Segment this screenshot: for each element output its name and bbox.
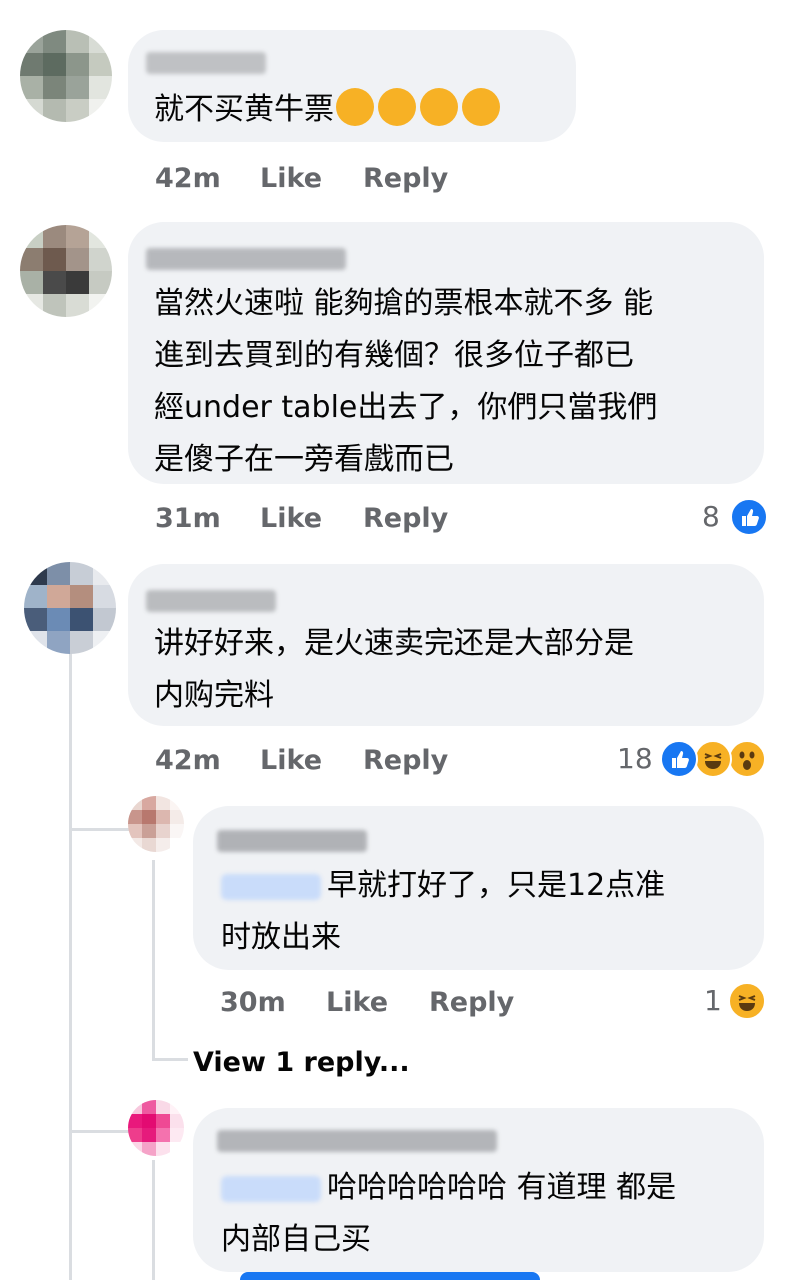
comment-text-line: 内部自己买 <box>221 1222 371 1257</box>
reply-bubble: 早就打好了，只是12点准 时放出来 <box>193 806 764 970</box>
comment-bubble: 讲好好来，是火速卖完还是大部分是 内购完料 <box>128 564 764 726</box>
commenter-name[interactable] <box>146 52 266 74</box>
reaction-count[interactable]: 8 <box>702 500 720 534</box>
avatar[interactable] <box>24 562 116 654</box>
reaction-count[interactable]: 18 <box>617 742 653 776</box>
thread-line-sub <box>152 860 155 1060</box>
reply-button[interactable]: Reply <box>363 162 448 196</box>
like-button[interactable]: Like <box>260 744 322 778</box>
commenter-name[interactable] <box>217 1130 497 1152</box>
reaction-count[interactable]: 1 <box>704 984 722 1018</box>
view-replies-link[interactable]: View 1 reply... <box>193 1046 410 1080</box>
comment-bubble: 就不买黄牛票 <box>128 30 576 142</box>
comment-time[interactable]: 30m <box>220 986 286 1020</box>
comment-text-line: 早就打好了，只是12点准 <box>221 860 665 912</box>
avatar[interactable] <box>20 225 112 317</box>
reply-bubble: 哈哈哈哈哈哈 有道理 都是 内部自己买 <box>193 1108 764 1272</box>
reply-button[interactable]: Reply <box>363 502 448 536</box>
thread-line-sub-branch <box>152 1058 188 1061</box>
wow-icon[interactable] <box>728 740 766 778</box>
mention-tag[interactable] <box>221 1175 321 1202</box>
comment-text-line: 时放出来 <box>221 920 341 955</box>
angry-emoji-icon <box>378 87 416 126</box>
comment-text-line: 是傻子在一旁看戲而已 <box>154 442 454 477</box>
thread-line-sub-2 <box>152 1160 155 1280</box>
avatar[interactable] <box>128 1100 184 1156</box>
reply-button[interactable]: Reply <box>429 986 514 1020</box>
like-button[interactable]: Like <box>260 502 322 536</box>
comment-bubble: 當然火速啦 能夠搶的票根本就不多 能 進到去買到的有幾個？很多位子都已 經und… <box>128 222 764 484</box>
thread-line-branch-2 <box>69 1130 129 1133</box>
comment-text: 就不买黄牛票 <box>154 84 504 136</box>
like-icon[interactable] <box>730 498 768 536</box>
like-icon[interactable] <box>660 740 698 778</box>
avatar[interactable] <box>20 30 112 122</box>
reply-button[interactable]: Reply <box>363 744 448 778</box>
comment-text-line: 進到去買到的有幾個？很多位子都已 <box>154 338 634 373</box>
commenter-name[interactable] <box>146 248 346 270</box>
comment-text-line: 内购完料 <box>154 678 274 713</box>
angry-emoji-icon <box>462 87 500 126</box>
comment-time[interactable]: 31m <box>155 502 221 536</box>
haha-icon[interactable] <box>694 740 732 778</box>
thread-line-main <box>69 640 72 1280</box>
comment-time[interactable]: 42m <box>155 744 221 778</box>
comment-text-line: 當然火速啦 能夠搶的票根本就不多 能 <box>154 286 654 321</box>
like-button[interactable]: Like <box>260 162 322 196</box>
angry-emoji-icon <box>420 87 458 126</box>
partial-button[interactable] <box>240 1272 540 1280</box>
thread-line-branch-1 <box>69 828 129 831</box>
commenter-name[interactable] <box>217 830 367 852</box>
commenter-name[interactable] <box>146 590 276 612</box>
comment-text-line: 哈哈哈哈哈哈 有道理 都是 <box>221 1162 676 1214</box>
comment-text-line: 經under table出去了，你們只當我們 <box>154 390 658 425</box>
angry-emoji-icon <box>336 87 374 126</box>
haha-icon[interactable] <box>728 982 766 1020</box>
like-button[interactable]: Like <box>326 986 388 1020</box>
mention-tag[interactable] <box>221 873 321 900</box>
comment-time[interactable]: 42m <box>155 162 221 196</box>
avatar[interactable] <box>128 796 184 852</box>
comment-text-line: 讲好好来，是火速卖完还是大部分是 <box>154 626 634 661</box>
